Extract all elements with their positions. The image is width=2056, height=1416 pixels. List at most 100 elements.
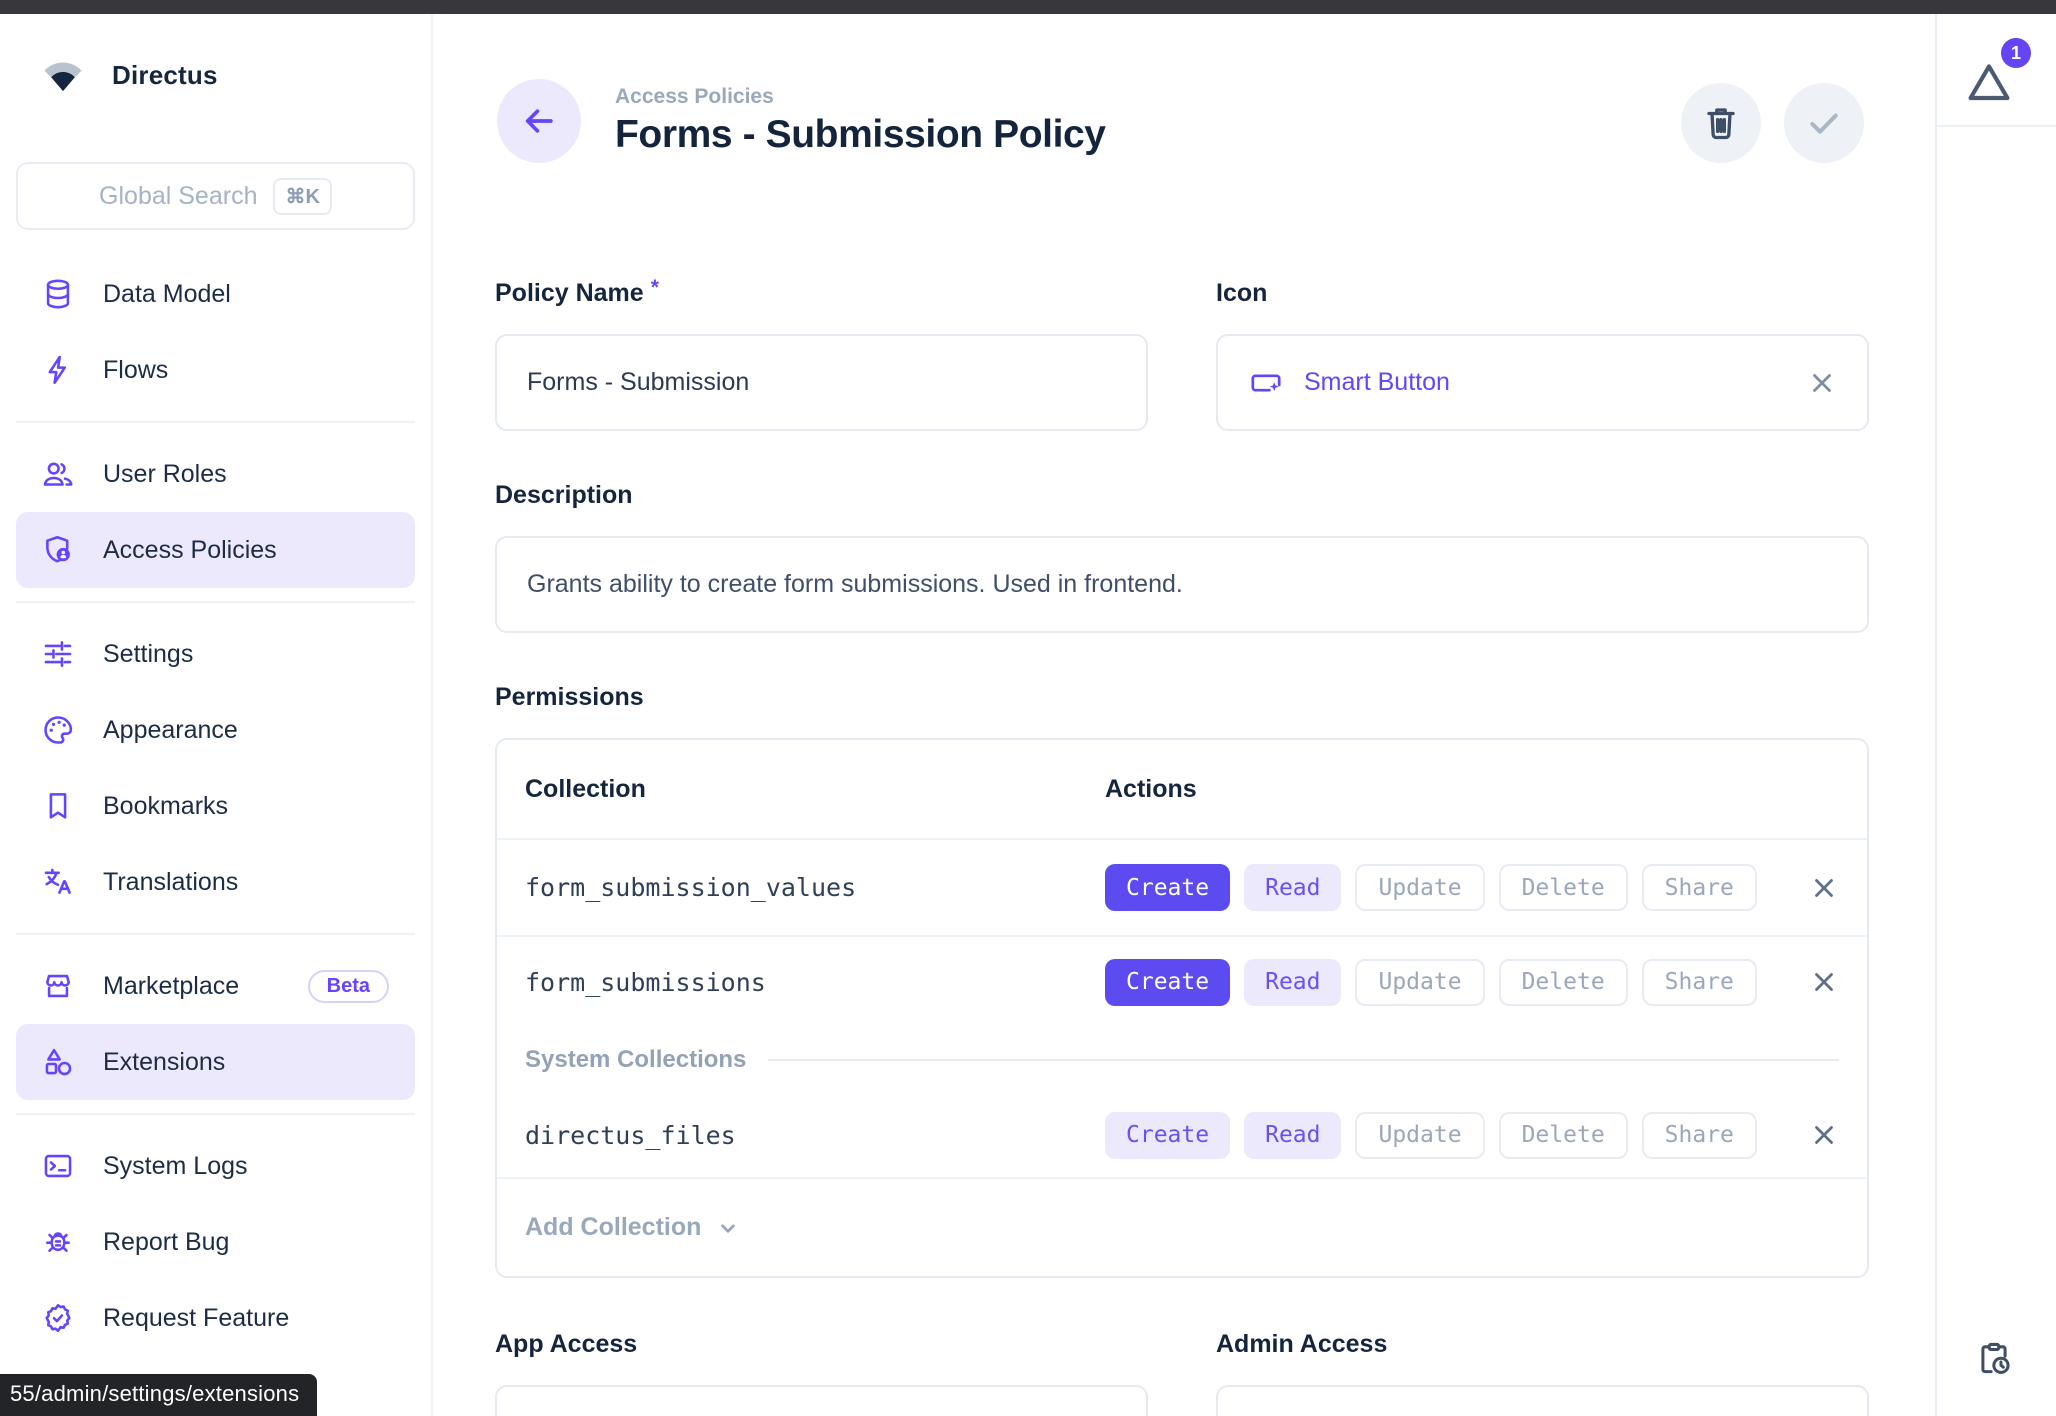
sidebar-item-flows[interactable]: Flows — [16, 332, 415, 408]
divider-line — [768, 1059, 1839, 1061]
action-chip-delete[interactable]: Delete — [1499, 864, 1628, 911]
window-titlebar — [0, 0, 2056, 14]
sidebar-item-user-roles[interactable]: User Roles — [16, 436, 415, 512]
sidebar-item-marketplace[interactable]: Marketplace Beta — [16, 948, 415, 1024]
check-icon — [1804, 103, 1844, 143]
notification-count-badge: 1 — [2001, 38, 2031, 68]
directus-logo-icon — [40, 52, 86, 98]
sidebar-item-label: Flows — [103, 356, 168, 385]
permission-row: directus_files Create Read Update Delete… — [497, 1093, 1867, 1179]
right-rail: 1 — [1935, 14, 2056, 1416]
brand-name: Directus — [112, 60, 218, 91]
policy-name-input[interactable]: Forms - Submission — [495, 334, 1148, 431]
description-field: Description Grants ability to create for… — [495, 481, 1869, 633]
action-chip-create[interactable]: Create — [1105, 1112, 1230, 1159]
chevron-down-icon — [715, 1215, 741, 1241]
title-block: Access Policies Forms - Submission Polic… — [615, 85, 1106, 157]
remove-collection-button[interactable] — [1809, 1120, 1839, 1150]
status-url-bar: 55/admin/settings/extensions — [0, 1374, 317, 1416]
action-chips: Create Read Update Delete Share — [1105, 1112, 1757, 1159]
column-actions: Actions — [1105, 775, 1197, 804]
sidebar-item-label: System Logs — [103, 1152, 248, 1181]
action-chips: Create Read Update Delete Share — [1105, 864, 1757, 911]
collection-name: form_submission_values — [525, 873, 1105, 902]
palette-icon — [41, 713, 75, 747]
brand[interactable]: Directus — [40, 52, 431, 98]
arrow-left-icon — [520, 102, 558, 140]
sidebar-item-label: Translations — [103, 868, 238, 897]
action-chip-read[interactable]: Read — [1244, 864, 1341, 911]
description-input[interactable]: Grants ability to create form submission… — [495, 536, 1869, 633]
action-chip-delete[interactable]: Delete — [1499, 1112, 1628, 1159]
shield-person-icon — [41, 533, 75, 567]
action-chip-update[interactable]: Update — [1355, 959, 1484, 1006]
sidebar-nav: Data Model Flows User Roles Access Polic… — [0, 256, 431, 1356]
action-chip-update[interactable]: Update — [1355, 1112, 1484, 1159]
action-chip-create[interactable]: Create — [1105, 959, 1230, 1006]
remove-collection-button[interactable] — [1809, 873, 1839, 903]
sidebar-divider — [16, 933, 415, 935]
sidebar-item-report-bug[interactable]: Report Bug — [16, 1204, 415, 1280]
sidebar-item-translations[interactable]: Translations — [16, 844, 415, 920]
sidebar-item-label: Settings — [103, 640, 193, 669]
app-access-box: Enabled — [495, 1385, 1148, 1416]
icon-input[interactable]: Smart Button — [1216, 334, 1869, 431]
action-chip-share[interactable]: Share — [1642, 959, 1757, 1006]
app-access-field: App Access Enabled — [495, 1330, 1148, 1416]
action-chip-update[interactable]: Update — [1355, 864, 1484, 911]
back-button[interactable] — [497, 79, 581, 163]
save-button[interactable] — [1784, 83, 1864, 163]
policy-name-label: Policy Name* — [495, 279, 1148, 308]
permission-row: form_submission_values Create Read Updat… — [497, 840, 1867, 937]
sidebar-item-request-feature[interactable]: Request Feature — [16, 1280, 415, 1356]
clear-icon-button[interactable] — [1807, 368, 1837, 398]
sidebar-divider — [16, 421, 415, 423]
sidebar-item-appearance[interactable]: Appearance — [16, 692, 415, 768]
add-collection-button[interactable]: Add Collection — [497, 1179, 1867, 1276]
app-access-label: App Access — [495, 1330, 1148, 1359]
seal-check-icon — [41, 1301, 75, 1335]
collection-name: form_submissions — [525, 968, 1105, 997]
close-icon — [1809, 873, 1839, 903]
sidebar-item-access-policies[interactable]: Access Policies — [16, 512, 415, 588]
permissions-table-header: Collection Actions — [497, 740, 1867, 840]
action-chip-create[interactable]: Create — [1105, 864, 1230, 911]
sidebar-item-system-logs[interactable]: System Logs — [16, 1128, 415, 1204]
breadcrumb[interactable]: Access Policies — [615, 85, 1106, 109]
search-shortcut-badge: ⌘K — [273, 178, 331, 215]
notifications-button[interactable]: 1 — [1965, 38, 2031, 104]
icon-label: Icon — [1216, 279, 1869, 308]
remove-collection-button[interactable] — [1809, 967, 1839, 997]
database-icon — [41, 277, 75, 311]
admin-access-box: Enabled — [1216, 1385, 1869, 1416]
admin-access-field: Admin Access Enabled — [1216, 1330, 1869, 1416]
column-collection: Collection — [525, 775, 1105, 804]
sidebar-divider — [16, 601, 415, 603]
shapes-icon — [41, 1045, 75, 1079]
sidebar-item-extensions[interactable]: Extensions — [16, 1024, 415, 1100]
clipboard-clock-icon — [1975, 1340, 2013, 1378]
close-icon — [1807, 368, 1837, 398]
sidebar-item-label: Appearance — [103, 716, 238, 745]
delete-button[interactable] — [1681, 83, 1761, 163]
sidebar-item-data-model[interactable]: Data Model — [16, 256, 415, 332]
sidebar-item-label: Report Bug — [103, 1228, 229, 1257]
icon-value: Smart Button — [1304, 368, 1450, 397]
action-chip-share[interactable]: Share — [1642, 1112, 1757, 1159]
global-search-input[interactable]: Global Search ⌘K — [16, 162, 415, 230]
sidebar-item-bookmarks[interactable]: Bookmarks — [16, 768, 415, 844]
storefront-icon — [41, 969, 75, 1003]
action-chip-share[interactable]: Share — [1642, 864, 1757, 911]
bookmark-icon — [41, 789, 75, 823]
action-chip-read[interactable]: Read — [1244, 959, 1341, 1006]
activity-button[interactable] — [1975, 1340, 2013, 1378]
sidebar-item-label: Request Feature — [103, 1304, 289, 1333]
permission-row: form_submissions Create Read Update Dele… — [497, 937, 1867, 1027]
action-chip-read[interactable]: Read — [1244, 1112, 1341, 1159]
action-chip-delete[interactable]: Delete — [1499, 959, 1628, 1006]
system-collections-label: System Collections — [525, 1046, 746, 1074]
sidebar-item-settings[interactable]: Settings — [16, 616, 415, 692]
sidebar-item-label: User Roles — [103, 460, 227, 489]
bolt-icon — [41, 353, 75, 387]
description-label: Description — [495, 481, 1869, 510]
